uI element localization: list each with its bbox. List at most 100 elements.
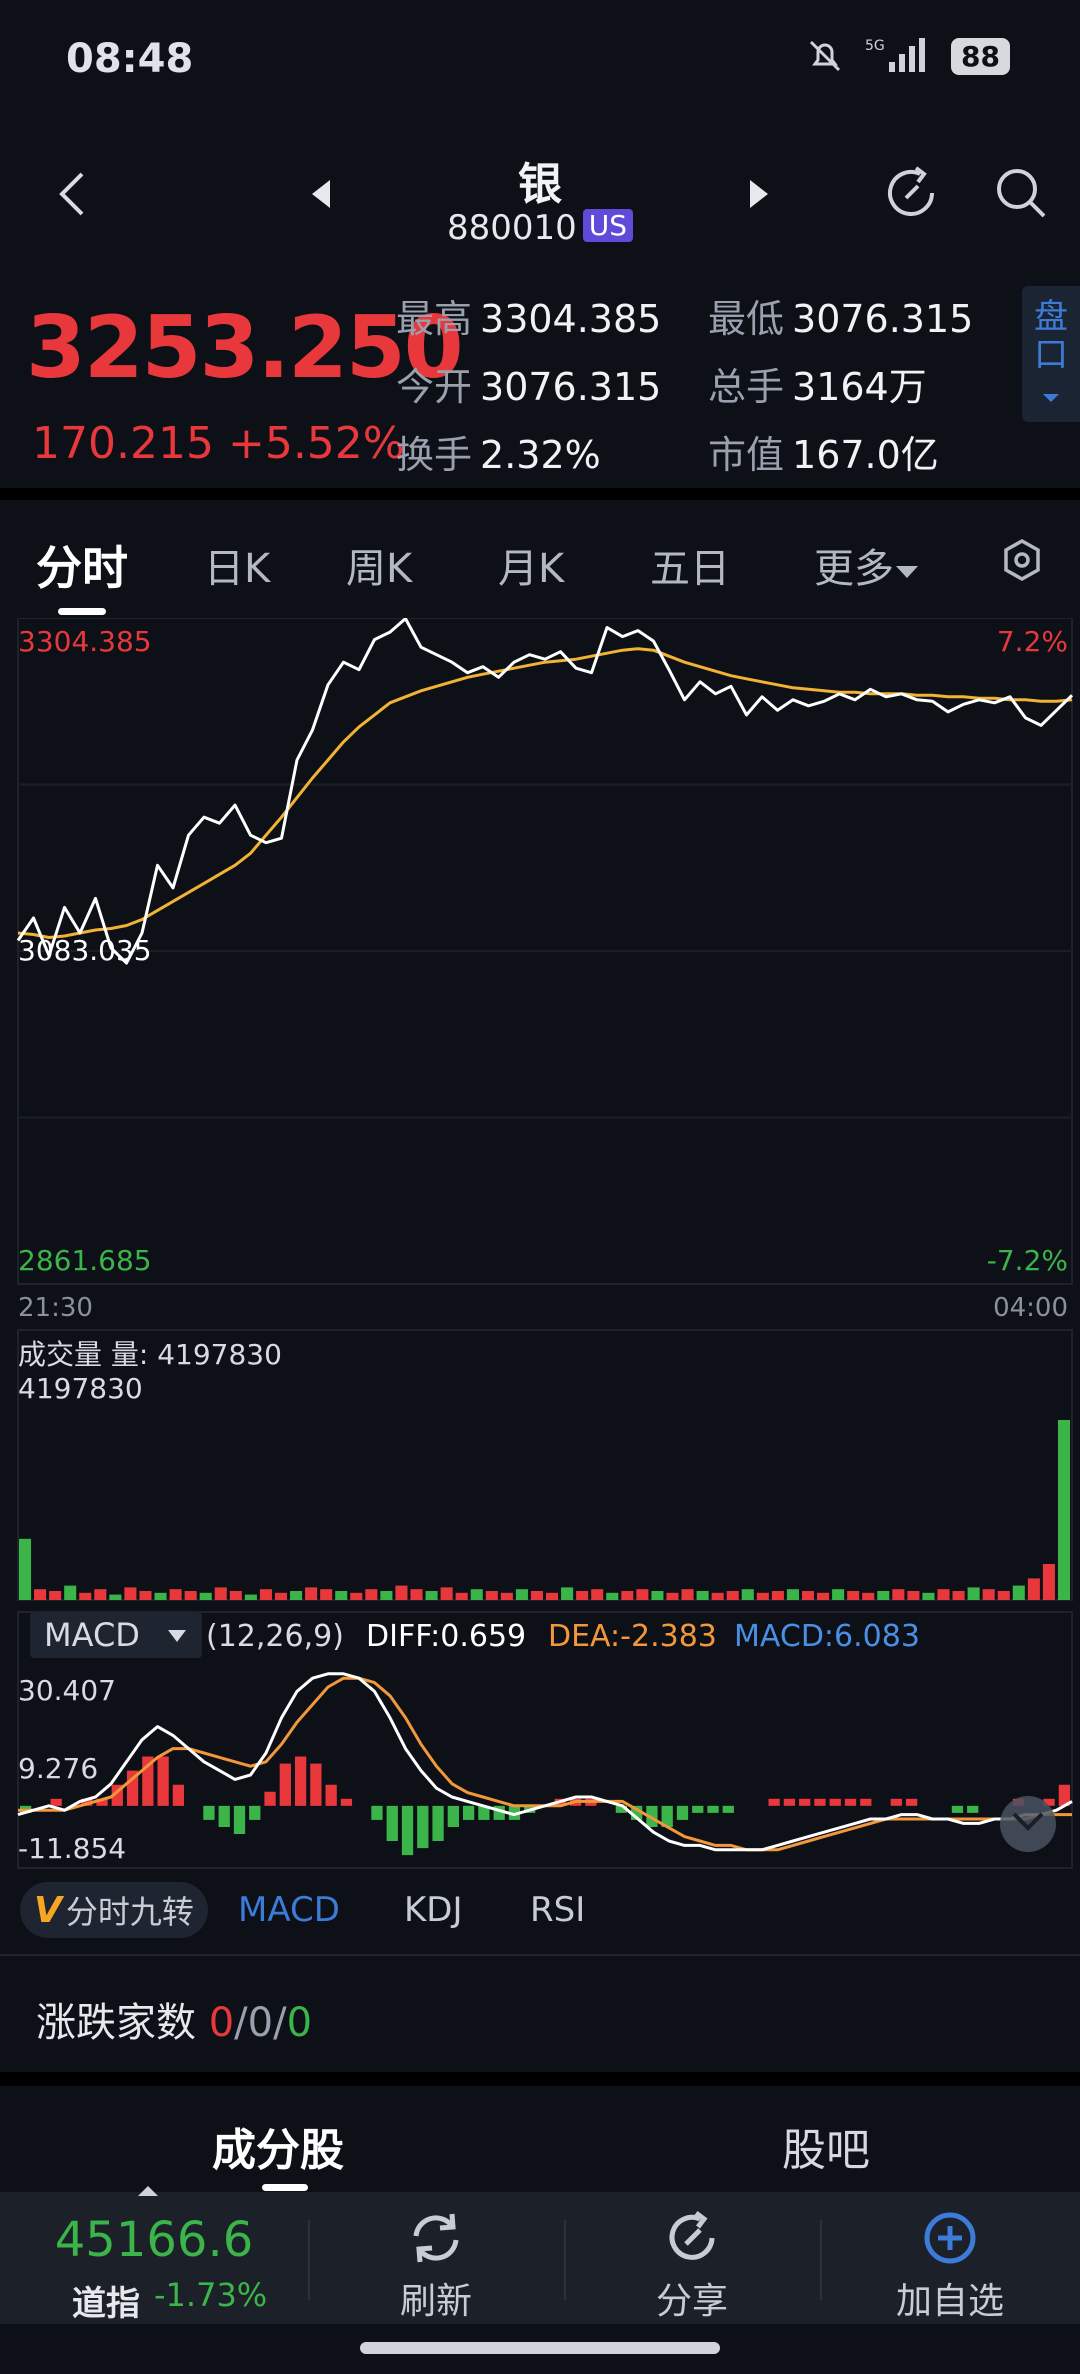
- stat-open-label: 今开: [396, 365, 473, 409]
- stat-high: 最高 3304.385: [396, 288, 661, 343]
- separator: /: [273, 2000, 287, 2046]
- pankou-button[interactable]: 盘口: [1022, 286, 1080, 422]
- index-ticker[interactable]: 45166.6 道指 -1.73%: [0, 2186, 308, 2324]
- volume-bar: [410, 1589, 423, 1600]
- volume-bar: [229, 1591, 242, 1600]
- volume-bar: [576, 1591, 589, 1600]
- price-axis-top: 3304.385: [18, 625, 152, 658]
- volume-bar: [79, 1592, 92, 1600]
- price-axis-bottom-pct: -7.2%: [987, 1244, 1068, 1277]
- volume-bar: [259, 1589, 272, 1600]
- volume-bar: [485, 1591, 498, 1600]
- change-pct: +5.52%: [227, 418, 405, 469]
- separator: /: [234, 2000, 248, 2046]
- volume-bar: [320, 1589, 333, 1600]
- volume-bar: [274, 1592, 288, 1600]
- volume-bar: [817, 1592, 830, 1600]
- home-indicator[interactable]: [360, 2342, 720, 2354]
- volume-bar: [922, 1592, 935, 1600]
- battery-icon: 88: [951, 37, 1010, 75]
- tab-intraday[interactable]: 分时: [36, 532, 128, 598]
- tab-forum[interactable]: 股吧: [782, 2114, 870, 2178]
- share-button[interactable]: 分享: [564, 2192, 820, 2324]
- time-axis-end: 04:00: [993, 1293, 1068, 1323]
- volume-bar: [440, 1587, 453, 1600]
- refresh-icon[interactable]: [880, 162, 942, 224]
- stat-low-value: 3076.315: [792, 297, 974, 341]
- volume-bar: [455, 1592, 468, 1600]
- share-icon: [669, 2211, 715, 2260]
- next-icon[interactable]: [744, 174, 774, 214]
- jiuzhuan-chip[interactable]: V 分时九转: [20, 1882, 208, 1938]
- volume-bar: [832, 1589, 845, 1600]
- volume-max: 4197830: [18, 1372, 143, 1405]
- index-value: 45166.6: [54, 2212, 254, 2268]
- bottom-tabs: 成分股 股吧: [0, 2088, 1080, 2192]
- stat-open: 今开 3076.315: [396, 356, 661, 411]
- macd-axis-top: 30.407: [18, 1674, 116, 1707]
- macd-dea-label: DEA:-2.383: [548, 1619, 717, 1654]
- volume-bar: [907, 1591, 920, 1600]
- volume-bar: [546, 1592, 559, 1600]
- volume-bar: [681, 1589, 694, 1600]
- jiuzhuan-mark: V: [34, 1889, 62, 1931]
- tab-monthly-k[interactable]: 月K: [498, 536, 564, 594]
- volume-bar: [64, 1585, 77, 1600]
- tab-kdj[interactable]: KDJ: [404, 1890, 463, 1930]
- collapse-bg: [1000, 1796, 1056, 1852]
- status-time: 08:48: [66, 36, 194, 82]
- add-watchlist-button[interactable]: 加自选: [820, 2192, 1080, 2324]
- tab-weekly-k[interactable]: 周K: [346, 536, 412, 594]
- volume-bar: [711, 1592, 724, 1600]
- volume-bar: [847, 1591, 860, 1600]
- volume-bar: [109, 1594, 122, 1600]
- volume-bar: [696, 1591, 709, 1600]
- intraday-chart[interactable]: 3304.385 3083.035 2861.685 7.2% -7.2% 21:30 04…: [0, 618, 1080, 1880]
- active-tab-indicator: [262, 2184, 308, 2191]
- title-bar: 银 880010 US: [0, 130, 1080, 260]
- volume-bar: [139, 1591, 152, 1600]
- volume-bar: [591, 1589, 604, 1600]
- refresh-button[interactable]: 刷新: [308, 2192, 564, 2324]
- stat-turnover-value: 2.32%: [480, 433, 601, 477]
- tab-more[interactable]: 更多: [814, 536, 920, 594]
- tab-components[interactable]: 成分股: [212, 2114, 344, 2178]
- volume-bar: [862, 1592, 875, 1600]
- section-divider: [0, 2072, 1080, 2086]
- volume-bar: [651, 1591, 664, 1600]
- caret-up-icon: [138, 2186, 158, 2196]
- volume-bar: [335, 1591, 348, 1600]
- macd-params: (12,26,9): [206, 1619, 344, 1654]
- diff-line: [17, 1672, 1073, 1852]
- volume-bar: [94, 1589, 107, 1600]
- tab-rsi[interactable]: RSI: [530, 1890, 585, 1930]
- price-change: 170.215 +5.52%: [32, 418, 405, 469]
- stat-low: 最低 3076.315: [708, 288, 973, 343]
- tab-daily-k[interactable]: 日K: [204, 536, 270, 594]
- macd-selector[interactable]: MACD: [30, 1612, 202, 1658]
- mute-bell-icon: [809, 40, 841, 72]
- index-pct: -1.73%: [154, 2276, 268, 2314]
- divider: [0, 1954, 1080, 1956]
- tab-macd[interactable]: MACD: [238, 1890, 340, 1930]
- status-icons: 5G 88: [805, 36, 1010, 76]
- volume-bar: [982, 1589, 995, 1600]
- volume-bar: [290, 1591, 303, 1600]
- stat-volume-value: 3164万: [792, 365, 927, 409]
- price-axis-bottom: 2861.685: [18, 1244, 152, 1277]
- volume-bar: [470, 1589, 483, 1600]
- stat-low-label: 最低: [708, 297, 785, 341]
- volume-bar: [1027, 1578, 1040, 1600]
- status-bar: 08:48 5G 88: [0, 0, 1080, 120]
- search-icon[interactable]: [990, 162, 1052, 224]
- volume-bar: [1012, 1585, 1025, 1600]
- gear-icon[interactable]: [1000, 538, 1044, 582]
- tab-five-day[interactable]: 五日: [650, 536, 730, 594]
- volume-bar: [154, 1592, 167, 1600]
- code-text: 880010: [446, 208, 577, 248]
- collapse-chart-icon[interactable]: [1000, 1796, 1056, 1852]
- share-label: 分享: [655, 2281, 728, 2322]
- price-axis-mid: 3083.035: [18, 934, 152, 967]
- up-count: 0: [208, 2000, 235, 2046]
- volume-bar: [786, 1589, 799, 1600]
